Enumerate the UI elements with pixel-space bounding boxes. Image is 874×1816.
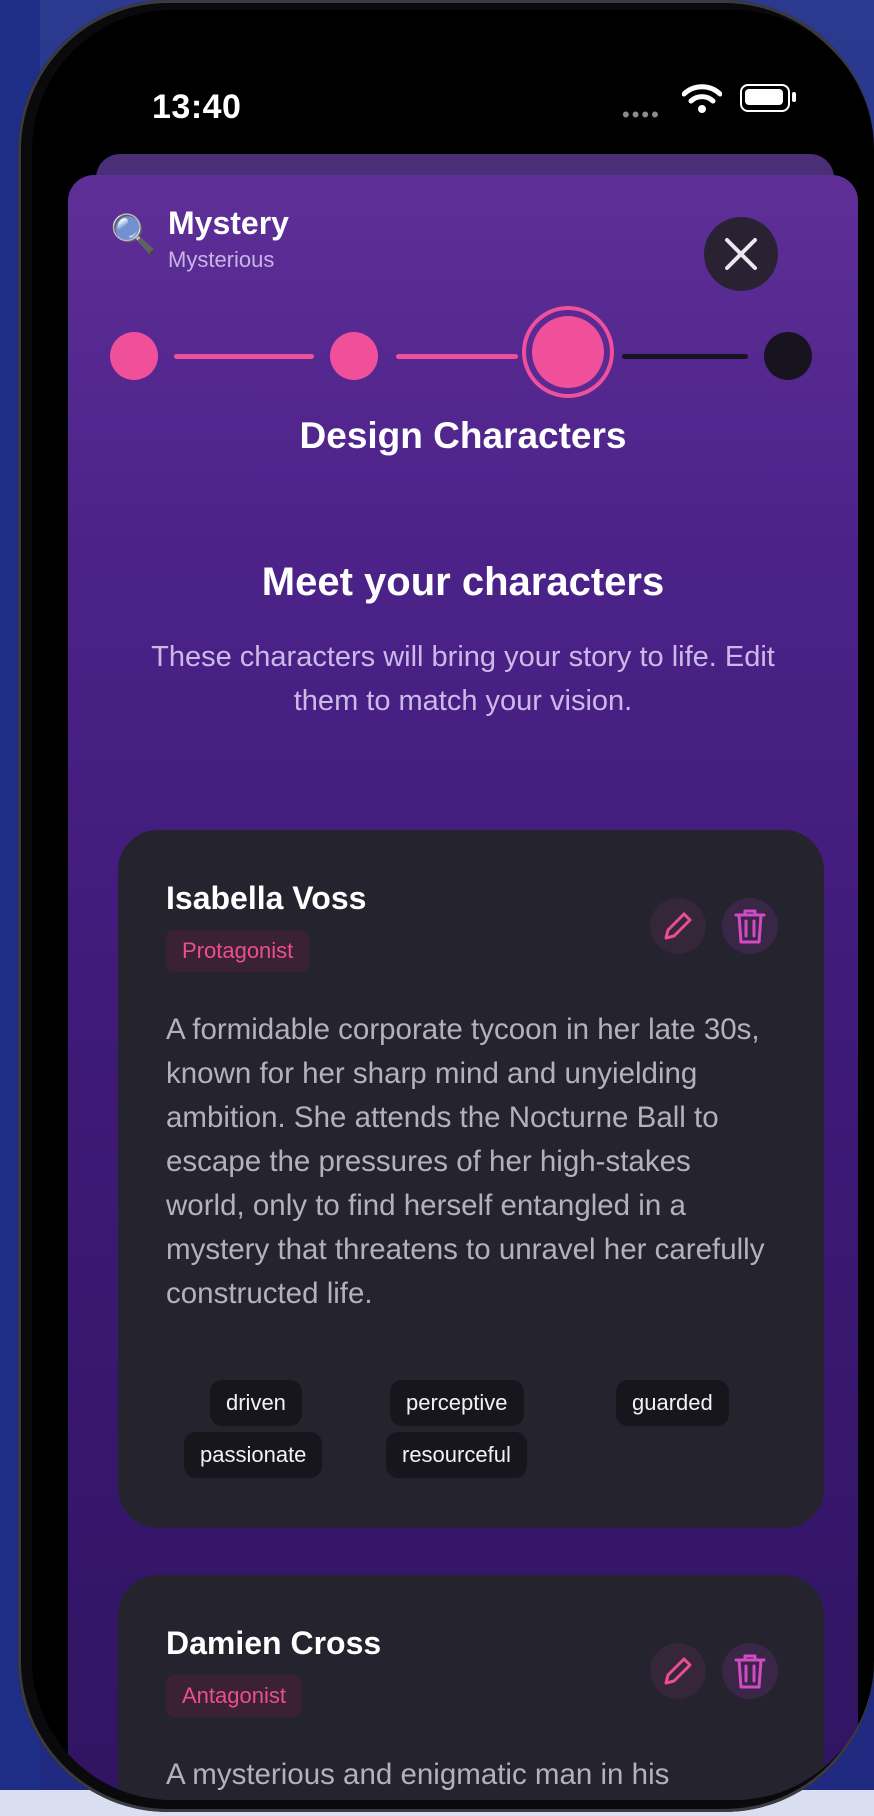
character-name: Isabella Voss <box>166 880 367 916</box>
trait-tag: perceptive <box>390 1380 524 1426</box>
step-connector <box>396 354 518 359</box>
delete-button[interactable] <box>722 1643 778 1699</box>
step-connector <box>174 354 314 359</box>
section-subtitle: These characters will bring your story t… <box>151 641 775 717</box>
step-dot-completed <box>330 332 378 380</box>
battery-icon <box>740 84 790 112</box>
signal-icon: •••• <box>622 102 661 127</box>
character-card[interactable]: Isabella Voss Protagonist A formidable c… <box>118 830 824 1528</box>
wifi-icon <box>682 84 722 113</box>
genre-subtitle: Mysterious <box>168 247 275 272</box>
edit-button[interactable] <box>650 898 706 954</box>
close-button[interactable] <box>704 217 778 291</box>
phone-screen: 13:40 •••• 🔍 Mystery Mysterious Design C… <box>32 10 874 1800</box>
section-title: Meet your characters <box>261 560 665 604</box>
trash-icon <box>734 909 766 944</box>
delete-button[interactable] <box>722 898 778 954</box>
status-bar: 13:40 •••• <box>32 10 874 127</box>
pencil-icon <box>664 912 692 940</box>
character-card[interactable]: Damien Cross Antagonist A mysterious and… <box>118 1575 824 1800</box>
close-icon <box>725 238 757 270</box>
trait-tag: resourceful <box>386 1432 527 1478</box>
step-dot-upcoming <box>764 332 812 380</box>
magnifying-glass-icon: 🔍 <box>110 214 158 256</box>
trait-tag: guarded <box>616 1380 729 1426</box>
trait-tag: passionate <box>184 1432 323 1478</box>
step-dot-completed <box>110 332 158 380</box>
character-description: A formidable corporate tycoon in her lat… <box>166 1013 765 1310</box>
battery-tip <box>792 92 796 102</box>
role-badge: Protagonist <box>166 930 310 972</box>
progress-stepper <box>110 316 812 388</box>
step-dot-current <box>532 316 604 388</box>
genre-title: Mystery <box>168 205 289 241</box>
wizard-sheet: 🔍 Mystery Mysterious Design Characters M… <box>68 175 858 1800</box>
phone-frame: 13:40 •••• 🔍 Mystery Mysterious Design C… <box>18 0 874 1812</box>
role-badge: Antagonist <box>166 1675 302 1717</box>
status-time: 13:40 <box>152 88 242 126</box>
pencil-icon <box>664 1657 692 1685</box>
trait-tag: driven <box>210 1380 302 1426</box>
trash-icon <box>734 1654 766 1689</box>
step-label: Design Characters <box>299 415 627 456</box>
character-name: Damien Cross <box>166 1625 382 1661</box>
character-description: A mysterious and enigmatic man in his <box>166 1758 670 1791</box>
edit-button[interactable] <box>650 1643 706 1699</box>
step-connector <box>622 354 748 359</box>
